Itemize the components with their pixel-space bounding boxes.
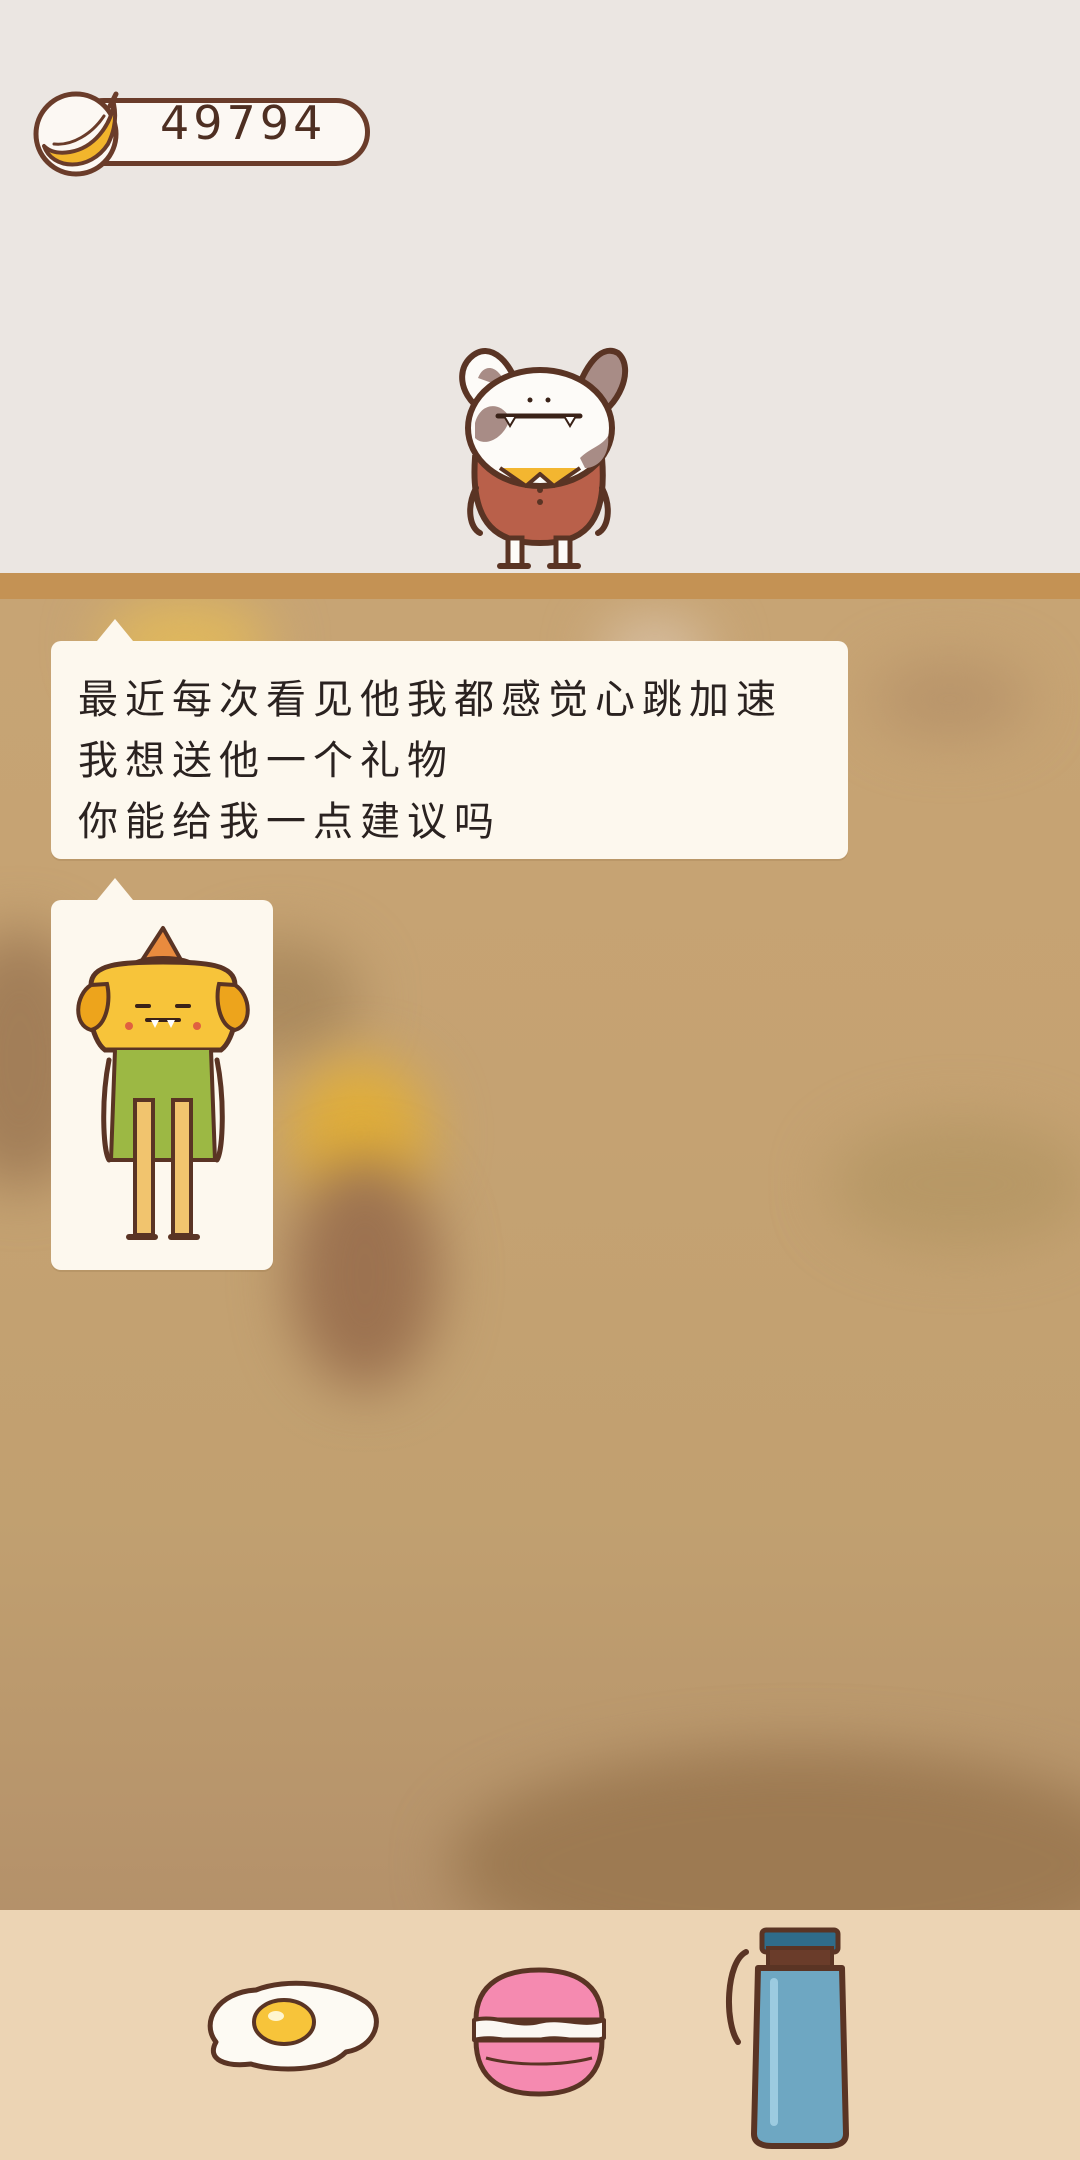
dialog-line-3: 你能给我一点建议吗 (78, 799, 501, 845)
bunny-character[interactable] (430, 308, 650, 573)
fried-egg-icon[interactable] (196, 1972, 386, 2082)
coin-counter: 49794 (30, 86, 380, 178)
gift-bar (0, 1910, 1080, 2160)
macaron-icon[interactable] (466, 1962, 612, 2102)
dialog-line-2: 我想送他一个礼物 (78, 738, 454, 784)
dialog-bubble: 最近每次看见他我都感觉心跳加速 我想送他一个礼物 你能给我一点建议吗 (51, 619, 848, 859)
banana-icon (33, 91, 119, 177)
shelf (0, 573, 1080, 599)
yellow-dog-character (76, 926, 250, 1240)
water-bottle-icon[interactable] (718, 1922, 858, 2150)
coin-count: 49794 (160, 96, 327, 150)
dialog-image-bubble (51, 878, 273, 1270)
dialog-line-1: 最近每次看见他我都感觉心跳加速 (78, 677, 783, 723)
